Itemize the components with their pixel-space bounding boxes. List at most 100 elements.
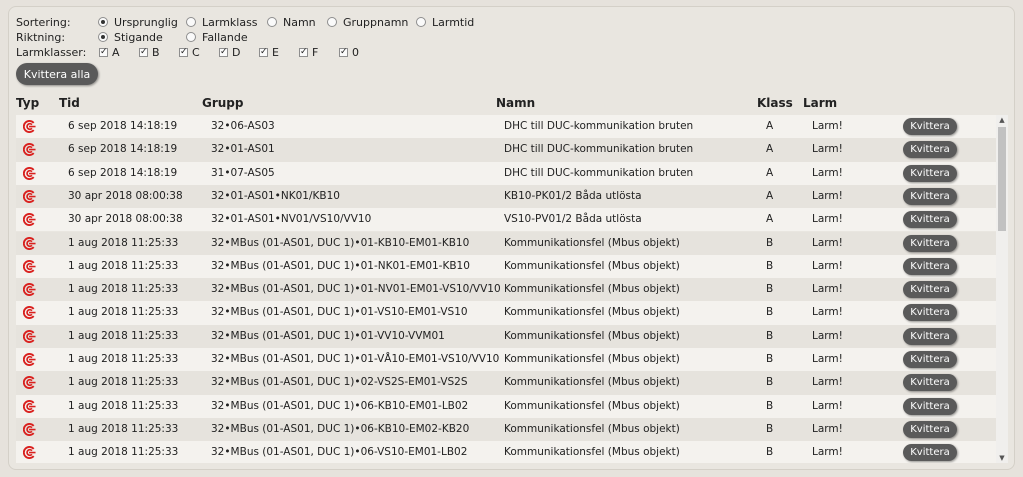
table-row[interactable]: 1 aug 2018 11:25:33 32•MBus (01-AS01, DUC… — [16, 301, 996, 325]
ack-button[interactable]: Kvittera — [903, 351, 957, 368]
alarm-type-icon — [23, 376, 36, 390]
cell-tid: 6 sep 2018 14:18:19 — [68, 166, 178, 179]
checkbox-icon[interactable]: ✓ — [219, 47, 228, 57]
cell-namn: Kommunikationsfel (Mbus objekt) — [504, 329, 680, 342]
ack-button[interactable]: Kvittera — [903, 118, 957, 135]
ack-all-button[interactable]: Kvittera alla — [16, 63, 98, 85]
ack-button[interactable]: Kvittera — [903, 444, 957, 462]
alarm-type-icon — [23, 306, 36, 320]
ack-button[interactable]: Kvittera — [903, 141, 957, 159]
cell-tid: 1 aug 2018 11:25:33 — [68, 399, 179, 412]
cell-namn: DHC till DUC-kommunikation bruten — [504, 166, 694, 179]
class-d[interactable]: ✓ D — [219, 46, 240, 59]
ack-button[interactable]: Kvittera — [903, 187, 957, 205]
cell-larm: Larm! — [812, 166, 843, 179]
table-row[interactable]: 1 aug 2018 11:25:33 32•MBus (01-AS01, DUC… — [16, 324, 996, 348]
class-c[interactable]: ✓ C — [179, 46, 200, 59]
scroll-down-arrow-icon[interactable]: ▼ — [996, 453, 1008, 463]
radio-icon[interactable] — [98, 17, 108, 27]
header-namn[interactable]: Namn — [496, 96, 535, 110]
table-row[interactable]: 6 sep 2018 14:18:19 32•06-AS03 DHC till DU… — [16, 115, 996, 139]
cell-klass: B — [766, 422, 774, 435]
header-klass[interactable]: Klass — [757, 96, 793, 110]
sort-larmtid[interactable]: Larmtid — [416, 16, 474, 29]
ack-button[interactable]: Kvittera — [903, 281, 957, 299]
radio-icon[interactable] — [267, 17, 277, 27]
cell-klass: A — [766, 143, 774, 156]
table-row[interactable]: 1 aug 2018 11:25:33 32•MBus (01-AS01, DUC… — [16, 441, 996, 463]
alarm-type-icon — [23, 189, 36, 203]
cell-klass: B — [766, 399, 774, 412]
radio-icon[interactable] — [186, 32, 196, 42]
ack-button[interactable]: Kvittera — [903, 420, 957, 438]
cell-tid: 1 aug 2018 11:25:33 — [68, 236, 179, 249]
ack-button[interactable]: Kvittera — [903, 327, 957, 345]
table-row[interactable]: 1 aug 2018 11:25:33 32•MBus (01-AS01, DUC… — [16, 231, 996, 255]
scroll-thumb[interactable] — [998, 127, 1006, 231]
alarm-type-icon — [23, 120, 36, 133]
ack-button[interactable]: Kvittera — [903, 304, 957, 322]
table-row[interactable]: 30 apr 2018 08:00:38 32•01-AS01•NK01/KB10… — [16, 184, 996, 209]
checkbox-icon[interactable]: ✓ — [299, 47, 308, 57]
sort-ursprunglig[interactable]: Ursprunglig — [98, 16, 178, 29]
ack-button[interactable]: Kvittera — [903, 257, 957, 275]
checkbox-icon[interactable]: ✓ — [259, 47, 268, 57]
ack-button[interactable]: Kvittera — [903, 234, 957, 252]
class-0[interactable]: ✓ 0 — [339, 46, 359, 59]
cell-grupp: 32•MBus (01-AS01, DUC 1)•06-VS10-EM01-LB… — [211, 446, 468, 459]
cell-grupp: 32•MBus (01-AS01, DUC 1)•01-KB10-EM01-KB… — [211, 236, 470, 249]
dir-stigande[interactable]: Stigande — [98, 31, 163, 44]
checkbox-icon[interactable]: ✓ — [339, 47, 348, 57]
table-row[interactable]: 6 sep 2018 14:18:19 32•01-AS01 DHC till DU… — [16, 138, 996, 162]
direction-label: Riktning: — [16, 30, 66, 44]
ack-button[interactable]: Kvittera — [903, 397, 957, 415]
table-row[interactable]: 1 aug 2018 11:25:33 32•MBus (01-AS01, DUC… — [16, 417, 996, 442]
sort-gruppnamn[interactable]: Gruppnamn — [327, 16, 408, 29]
table-row[interactable]: 1 aug 2018 11:25:33 32•MBus (01-AS01, DUC… — [16, 371, 996, 395]
dir-fallande[interactable]: Fallande — [186, 31, 248, 44]
alarm-type-icon — [23, 353, 36, 366]
radio-icon[interactable] — [186, 17, 196, 27]
cell-namn: Kommunikationsfel (Mbus objekt) — [504, 306, 680, 319]
class-e[interactable]: ✓ E — [259, 46, 279, 59]
table-row[interactable]: 6 sep 2018 14:18:19 31•07-AS05 DHC till DU… — [16, 161, 996, 185]
class-f[interactable]: ✓ F — [299, 46, 318, 59]
sort-larmklass[interactable]: Larmklass — [186, 16, 258, 29]
class-b[interactable]: ✓ B — [139, 46, 160, 59]
ack-button[interactable]: Kvittera — [903, 211, 957, 229]
table-row[interactable]: 1 aug 2018 11:25:33 32•MBus (01-AS01, DUC… — [16, 394, 996, 418]
vertical-scrollbar[interactable]: ▲ ▼ — [996, 115, 1008, 463]
header-larm[interactable]: Larm — [803, 96, 837, 110]
radio-icon[interactable] — [98, 32, 108, 42]
checkbox-icon[interactable]: ✓ — [139, 47, 148, 57]
header-typ[interactable]: Typ — [16, 96, 39, 110]
sort-namn[interactable]: Namn — [267, 16, 316, 29]
checkbox-icon[interactable]: ✓ — [99, 47, 108, 57]
cell-klass: B — [766, 236, 774, 249]
class-a[interactable]: ✓ A — [99, 46, 120, 59]
radio-icon[interactable] — [416, 17, 426, 27]
cell-klass: A — [766, 166, 774, 179]
cell-grupp: 32•MBus (01-AS01, DUC 1)•01-VÅ10-EM01-VS… — [211, 353, 500, 365]
cell-namn: Kommunikationsfel (Mbus objekt) — [504, 399, 680, 412]
header-grupp[interactable]: Grupp — [202, 96, 244, 110]
table-row[interactable]: 1 aug 2018 11:25:33 32•MBus (01-AS01, DUC… — [16, 278, 996, 302]
cell-tid: 1 aug 2018 11:25:33 — [68, 353, 179, 365]
ack-button[interactable]: Kvittera — [903, 164, 957, 182]
checkbox-icon[interactable]: ✓ — [179, 47, 188, 57]
ack-button[interactable]: Kvittera — [903, 374, 957, 392]
cell-larm: Larm! — [812, 353, 843, 365]
header-tid[interactable]: Tid — [59, 96, 80, 110]
table-row[interactable]: 1 aug 2018 11:25:33 32•MBus (01-AS01, DUC… — [16, 348, 996, 372]
cell-grupp: 32•MBus (01-AS01, DUC 1)•01-VV10-VVM01 — [211, 329, 445, 342]
cell-klass: B — [766, 376, 774, 389]
cell-namn: Kommunikationsfel (Mbus objekt) — [504, 422, 680, 435]
table-row[interactable]: 30 apr 2018 08:00:38 32•01-AS01•NV01/VS10… — [16, 208, 996, 232]
table-row[interactable]: 1 aug 2018 11:25:33 32•MBus (01-AS01, DUC… — [16, 254, 996, 279]
radio-icon[interactable] — [327, 17, 337, 27]
scroll-up-arrow-icon[interactable]: ▲ — [996, 115, 1008, 125]
cell-grupp: 32•MBus (01-AS01, DUC 1)•01-NV01-EM01-VS… — [211, 283, 501, 296]
cell-tid: 1 aug 2018 11:25:33 — [68, 446, 179, 459]
cell-larm: Larm! — [812, 189, 843, 202]
cell-namn: VS10-PV01/2 Båda utlösta — [504, 213, 642, 226]
